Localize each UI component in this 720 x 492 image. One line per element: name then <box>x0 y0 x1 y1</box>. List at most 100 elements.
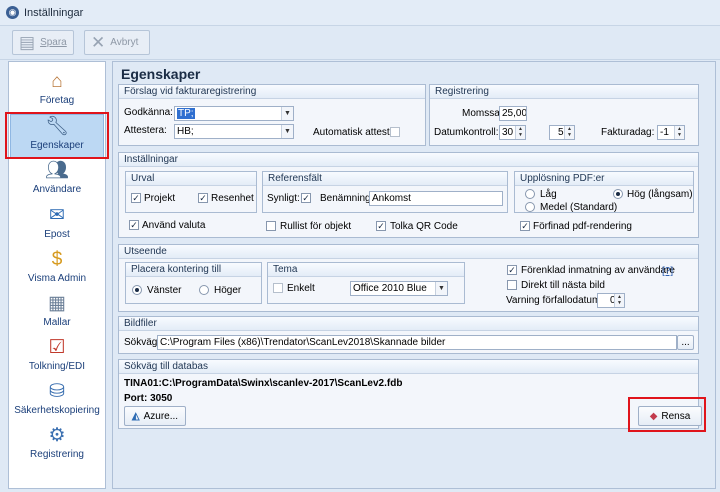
toolbar: ▤ Spara ✕ Avbryt <box>0 26 720 60</box>
godkanna-label: Godkänna: <box>124 107 173 118</box>
sidebar-item-label: Registrering <box>30 449 84 460</box>
benamning-label: Benämning: <box>320 193 374 204</box>
chevron-down-icon[interactable]: ▼ <box>281 107 293 120</box>
group-urval-title: Urval <box>126 172 256 186</box>
auto-attest-checkbox[interactable] <box>390 127 400 137</box>
projekt-checkbox[interactable]: ✓ <box>131 193 141 203</box>
help-link[interactable]: [?] <box>662 266 673 277</box>
resenhet-checkbox[interactable]: ✓ <box>198 193 208 203</box>
group-databas: Sökväg till databas TINA01:C:\ProgramDat… <box>118 359 702 429</box>
momssats-field[interactable]: 25,00 <box>499 106 527 121</box>
hog-radio[interactable] <box>613 189 623 199</box>
users-icon: 👥︎ <box>44 160 70 181</box>
hoger-radio[interactable] <box>199 285 209 295</box>
lag-label: Låg <box>540 189 557 200</box>
varning-field[interactable]: 0 ▲ ▼ <box>597 293 625 308</box>
vanster-radio[interactable] <box>132 285 142 295</box>
spinner-icon[interactable]: ▲ ▼ <box>674 126 684 139</box>
spinner-icon[interactable]: ▲ ▼ <box>614 294 624 307</box>
forfinad-pdf-checkbox[interactable]: ✓ <box>520 221 530 231</box>
sidebar-item-foretag[interactable]: ⌂ Företag <box>9 70 105 114</box>
enkelt-checkbox[interactable] <box>273 283 283 293</box>
projekt-label: Projekt <box>144 193 176 204</box>
group-bildfiler-title: Bildfiler <box>119 317 698 331</box>
datumkontroll-field-1[interactable]: 30 ▲ ▼ <box>499 125 526 140</box>
synligt-label: Synligt: <box>267 193 300 204</box>
godkanna-field[interactable]: TP; ▼ <box>174 106 294 121</box>
group-registrering-title: Registrering <box>430 85 698 99</box>
attestera-field[interactable]: HB; ▼ <box>174 124 294 139</box>
coins-icon: $ <box>51 249 63 270</box>
forenklad-label: Förenklad inmatning av användare <box>521 265 675 276</box>
chevron-down-icon[interactable]: ▼ <box>281 125 293 138</box>
title-bar: ◉ Inställningar <box>0 0 720 26</box>
group-referensfalt: Referensfält Synligt: ✓ Benämning: Ankom… <box>262 171 508 213</box>
sidebar-item-registrering[interactable]: ⚙ Registrering <box>9 424 105 468</box>
group-installningar-title: Inställningar <box>119 153 698 167</box>
sidebar-item-epost[interactable]: ✉ Epost <box>9 204 105 248</box>
sidebar-item-label: Visma Admin <box>27 273 87 284</box>
godkanna-value: TP; <box>177 108 195 119</box>
spinner-icon[interactable]: ▲ ▼ <box>515 126 525 139</box>
enkelt-label: Enkelt <box>287 283 315 294</box>
direkt-checkbox[interactable] <box>507 280 517 290</box>
sidebar-item-sakerhetskopiering[interactable]: ⛁ Säkerhetskopiering <box>9 380 105 424</box>
tolka-qr-label: Tolka QR Code <box>390 221 458 232</box>
datumkontroll-field-2[interactable]: 5 ▲ ▼ <box>549 125 575 140</box>
database-port: Port: 3050 <box>124 393 173 404</box>
floppy-disk-icon: ▤ <box>19 33 36 52</box>
azure-label: Azure... <box>143 410 179 422</box>
group-tema-title: Tema <box>268 263 464 277</box>
group-databas-title: Sökväg till databas <box>119 360 698 374</box>
cancel-button[interactable]: ✕ Avbryt <box>84 30 150 55</box>
group-urval: Urval ✓ Projekt ✓ Resenhet <box>125 171 257 213</box>
fakturadag-field[interactable]: -1 ▲ ▼ <box>657 125 685 140</box>
attestera-value: HB; <box>177 126 194 137</box>
vanster-label: Vänster <box>147 285 182 296</box>
sidebar-item-label: Mallar <box>43 317 71 328</box>
azure-icon: ◭ <box>131 410 140 422</box>
group-utseende-title: Utseende <box>119 245 698 259</box>
chevron-down-icon[interactable]: ▼ <box>435 282 447 295</box>
page-title: Egenskaper <box>121 66 201 82</box>
sidebar-item-label: Säkerhetskopiering <box>14 405 100 416</box>
group-referensfalt-title: Referensfält <box>263 172 507 186</box>
hoger-label: Höger <box>214 285 242 296</box>
browse-button[interactable]: ... <box>677 335 694 350</box>
hog-label: Hög (långsam) <box>627 189 693 200</box>
anvand-valuta-label: Använd valuta <box>142 220 206 231</box>
datumkontroll-label: Datumkontroll: <box>434 127 499 138</box>
highlight-box-egenskaper <box>5 112 109 159</box>
spinner-icon[interactable]: ▲ ▼ <box>564 126 574 139</box>
synligt-checkbox[interactable]: ✓ <box>301 193 311 203</box>
database-icon: ⛁ <box>49 381 65 402</box>
theme-select[interactable]: Office 2010 Blue ▼ <box>350 281 448 296</box>
azure-button[interactable]: ◭ Azure... <box>124 406 186 426</box>
group-bildfiler: Bildfiler Sökväg: C:\Program Files (x86)… <box>118 316 699 354</box>
sidebar-item-anvandare[interactable]: 👥︎ Användare <box>9 159 105 203</box>
forenklad-checkbox[interactable]: ✓ <box>507 265 517 275</box>
resenhet-label: Resenhet <box>211 193 254 204</box>
sidebar-item-tolkning-edi[interactable]: ☑ Tolkning/EDI <box>9 336 105 380</box>
datum-val1: 30 <box>502 127 514 138</box>
benamning-field[interactable]: Ankomst <box>369 191 503 206</box>
medel-label: Medel (Standard) <box>540 202 618 213</box>
group-tema: Tema Enkelt Office 2010 Blue ▼ <box>267 262 465 304</box>
anvand-valuta-checkbox[interactable]: ✓ <box>129 220 139 230</box>
save-button[interactable]: ▤ Spara <box>12 30 74 55</box>
tolka-qr-checkbox[interactable]: ✓ <box>376 221 386 231</box>
rullist-checkbox[interactable] <box>266 221 276 231</box>
datum-val2: 5 <box>558 127 564 138</box>
sokvag-field[interactable]: C:\Program Files (x86)\Trendator\ScanLev… <box>157 335 677 350</box>
group-placera: Placera kontering till Vänster Höger <box>125 262 262 304</box>
sidebar-item-label: Epost <box>44 229 70 240</box>
sidebar-item-label: Användare <box>32 184 82 195</box>
sidebar-item-visma-admin[interactable]: $ Visma Admin <box>9 248 105 292</box>
auto-attest-label: Automatisk attest <box>313 127 390 138</box>
sidebar-item-mallar[interactable]: ▦ Mallar <box>9 292 105 336</box>
medel-radio[interactable] <box>525 202 535 212</box>
lag-radio[interactable] <box>525 189 535 199</box>
group-registrering: Registrering Momssats: 25,00 Datumkontro… <box>429 84 699 146</box>
cancel-label: Avbryt <box>110 37 139 48</box>
attestera-label: Attestera: <box>124 125 167 136</box>
